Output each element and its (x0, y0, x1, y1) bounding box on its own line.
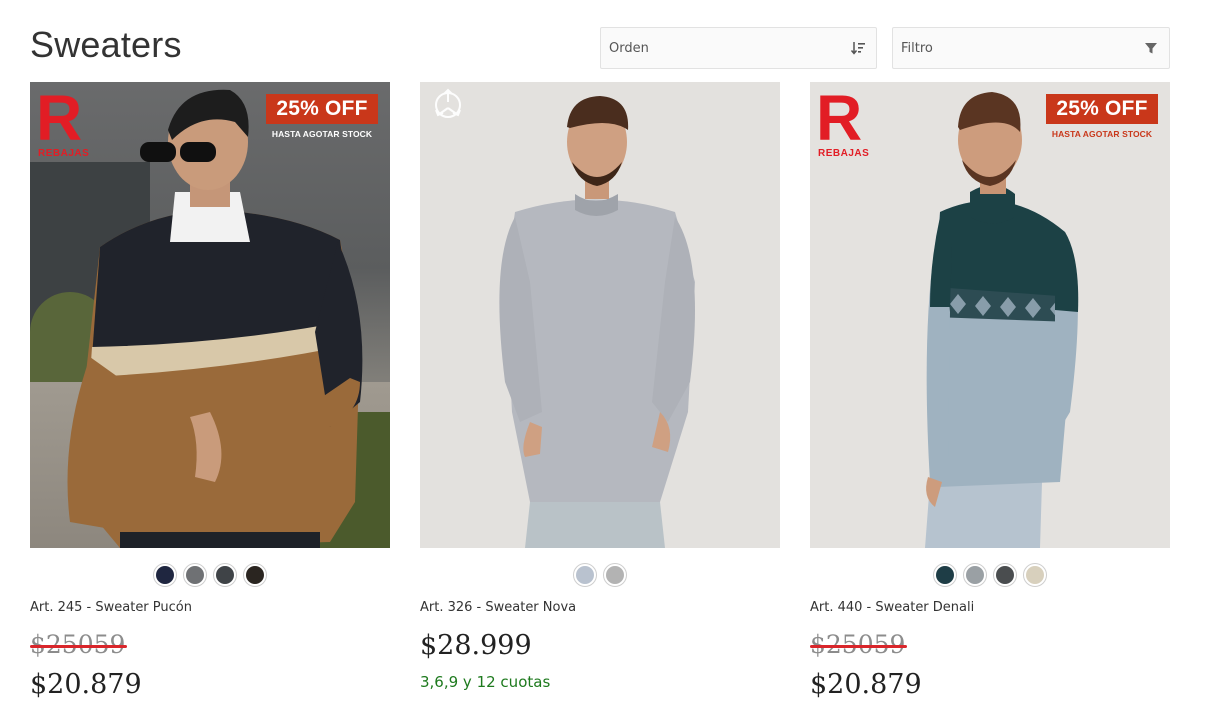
product-card[interactable]: Art. 326 - Sweater Nova $28.999 3,6,9 y … (420, 82, 780, 691)
sort-dropdown[interactable]: Orden (600, 27, 877, 69)
color-swatch[interactable] (243, 563, 267, 587)
filter-icon (1143, 40, 1159, 56)
color-swatch[interactable] (603, 563, 627, 587)
sale-price: $20.879 (30, 669, 142, 700)
product-image[interactable]: R REBAJAS 25% OFF HASTA AGOTAR STOCK (30, 82, 390, 548)
product-name[interactable]: Art. 440 - Sweater Denali (810, 600, 1170, 618)
discount-badge: 25% OFF HASTA AGOTAR STOCK (1046, 94, 1158, 139)
original-price: $25059 (810, 630, 908, 659)
color-swatches (810, 563, 1170, 587)
product-name[interactable]: Art. 245 - Sweater Pucón (30, 600, 390, 618)
page-title: Sweaters (30, 24, 182, 65)
color-swatches (420, 563, 780, 587)
rebajas-logo: R REBAJAS (816, 82, 870, 159)
recycle-icon (435, 88, 461, 118)
color-swatch[interactable] (183, 563, 207, 587)
rebajas-logo: R REBAJAS (36, 82, 90, 159)
discount-badge: 25% OFF HASTA AGOTAR STOCK (266, 94, 378, 139)
sort-icon (850, 40, 866, 56)
color-swatch[interactable] (153, 563, 177, 587)
product-name[interactable]: Art. 326 - Sweater Nova (420, 600, 780, 618)
product-card[interactable]: R REBAJAS 25% OFF HASTA AGOTAR STOCK Art… (30, 82, 390, 701)
installments-text: 3,6,9 y 12 cuotas (420, 673, 551, 691)
color-swatch[interactable] (993, 563, 1017, 587)
price: $28.999 (420, 630, 532, 661)
filter-dropdown[interactable]: Filtro (892, 27, 1170, 69)
product-image[interactable]: R REBAJAS 25% OFF HASTA AGOTAR STOCK (810, 82, 1170, 548)
filter-label: Filtro (901, 40, 933, 56)
sale-price: $20.879 (810, 669, 922, 700)
color-swatch[interactable] (933, 563, 957, 587)
color-swatch[interactable] (963, 563, 987, 587)
color-swatches (30, 563, 390, 587)
original-price: $25059 (30, 630, 128, 659)
sort-label: Orden (609, 40, 649, 56)
color-swatch[interactable] (213, 563, 237, 587)
product-card[interactable]: R REBAJAS 25% OFF HASTA AGOTAR STOCK Art… (810, 82, 1170, 701)
product-image[interactable] (420, 82, 780, 548)
color-swatch[interactable] (1023, 563, 1047, 587)
color-swatch[interactable] (573, 563, 597, 587)
